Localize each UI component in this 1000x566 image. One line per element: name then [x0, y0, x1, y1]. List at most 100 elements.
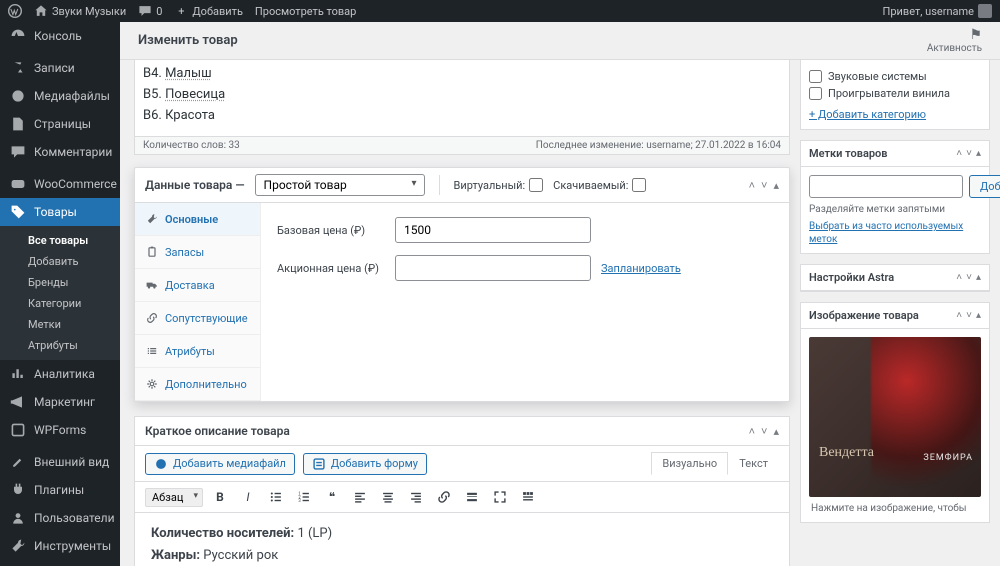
chevron-up-icon[interactable]: ˄ [956, 310, 962, 321]
tab-inventory[interactable]: Запасы [135, 236, 260, 269]
chevron-down-icon[interactable]: ˅ [966, 272, 972, 283]
toolbar-toggle-button[interactable] [517, 486, 539, 508]
downloadable-checkbox[interactable] [632, 178, 646, 192]
astra-title: Настройки Astra [809, 271, 894, 284]
chevron-down-icon[interactable]: ˅ [761, 179, 767, 192]
pages-icon [10, 116, 26, 132]
astra-settings-metabox: Настройки Astra ˄ ˅ ▴ [800, 264, 990, 292]
tab-general[interactable]: Основные [135, 203, 260, 236]
schedule-link[interactable]: Запланировать [601, 262, 681, 275]
media-icon [154, 457, 168, 471]
submenu-tags[interactable]: Метки [0, 314, 120, 335]
tab-visual[interactable]: Визуально [651, 452, 728, 475]
image-hint: Нажмите на изображение, чтобы [809, 497, 981, 514]
submenu-all-products[interactable]: Все товары [0, 230, 120, 251]
add-new-link[interactable]: +Добавить [174, 4, 243, 18]
virtual-checkbox-wrap[interactable]: Виртуальный: [454, 178, 544, 192]
paragraph-format-select[interactable]: Абзац [145, 488, 203, 507]
menu-comments[interactable]: Комментарии [0, 138, 120, 166]
italic-button[interactable]: I [237, 486, 259, 508]
product-type-select[interactable]: Простой товар [255, 174, 425, 196]
tab-linked[interactable]: Сопутствующие [135, 302, 260, 335]
product-data-fields: Базовая цена (₽) Акционная цена (₽) Запл… [261, 203, 789, 401]
align-right-button[interactable] [405, 486, 427, 508]
user-greeting[interactable]: Привет, username [883, 4, 992, 18]
align-left-button[interactable] [349, 486, 371, 508]
admin-menu: Консоль Записи Медиафайлы Страницы Комме… [0, 22, 120, 566]
caret-up-icon[interactable]: ▴ [773, 179, 779, 192]
tools-icon [10, 538, 26, 554]
caret-up-icon[interactable]: ▴ [773, 425, 779, 438]
tag-input[interactable] [809, 175, 963, 198]
add-media-button[interactable]: Добавить медиафайл [145, 453, 295, 475]
category-checkbox[interactable] [809, 70, 822, 83]
view-product-link[interactable]: Просмотреть товар [255, 5, 356, 18]
align-center-button[interactable] [377, 486, 399, 508]
analytics-icon [10, 366, 26, 382]
chevron-up-icon[interactable]: ˄ [749, 425, 755, 438]
menu-wpforms[interactable]: WPForms [0, 416, 120, 444]
menu-media[interactable]: Медиафайлы [0, 82, 120, 110]
submenu-attributes[interactable]: Атрибуты [0, 335, 120, 356]
menu-tools[interactable]: Инструменты [0, 532, 120, 560]
fullscreen-button[interactable] [489, 486, 511, 508]
choose-tags-link[interactable]: Выбрать из часто используемых меток [809, 221, 963, 245]
menu-pages[interactable]: Страницы [0, 110, 120, 138]
products-icon [10, 204, 26, 220]
tab-attributes[interactable]: Атрибуты [135, 335, 260, 368]
menu-dashboard[interactable]: Консоль [0, 22, 120, 50]
category-row[interactable]: Проигрыватели винила [809, 85, 981, 102]
insert-more-button[interactable] [461, 486, 483, 508]
menu-marketing[interactable]: Маркетинг [0, 388, 120, 416]
bold-button[interactable]: B [209, 486, 231, 508]
menu-users[interactable]: Пользователи [0, 504, 120, 532]
tab-text[interactable]: Текст [728, 452, 779, 475]
submenu-add-product[interactable]: Добавить [0, 251, 120, 272]
sale-price-input[interactable] [395, 255, 591, 281]
site-name: Звуки Музыки [52, 5, 126, 18]
tab-shipping[interactable]: Доставка [135, 269, 260, 302]
chevron-up-icon[interactable]: ˄ [956, 272, 962, 283]
numbered-list-button[interactable]: 123 [293, 486, 315, 508]
blockquote-button[interactable]: ❝ [321, 486, 343, 508]
bullet-list-button[interactable] [265, 486, 287, 508]
add-form-button[interactable]: Добавить форму [303, 453, 427, 475]
admin-bar: Звуки Музыки 0 +Добавить Просмотреть тов… [0, 0, 1000, 22]
menu-plugins[interactable]: Плагины [0, 476, 120, 504]
downloadable-checkbox-wrap[interactable]: Скачиваемый: [553, 178, 646, 192]
category-checkbox[interactable] [809, 87, 822, 100]
activity-panel-toggle[interactable]: ⚑ Активность [927, 27, 982, 54]
chevron-down-icon[interactable]: ˅ [966, 148, 972, 159]
menu-analytics[interactable]: Аналитика [0, 360, 120, 388]
product-image-thumbnail[interactable]: Вендетта ЗЕМФИРА [809, 337, 981, 497]
category-row[interactable]: Звуковые системы [809, 68, 981, 85]
chevron-down-icon[interactable]: ˅ [966, 310, 972, 321]
chevron-down-icon[interactable]: ˅ [761, 425, 767, 438]
menu-woocommerce[interactable]: WooCommerce [0, 170, 120, 198]
comments-link[interactable]: 0 [138, 4, 162, 18]
menu-appearance[interactable]: Внешний вид [0, 448, 120, 476]
editor-toolbar: Абзац B I 123 ❝ [135, 482, 789, 513]
submenu-brands[interactable]: Бренды [0, 272, 120, 293]
add-tag-button[interactable]: Добавить [969, 175, 1000, 198]
caret-up-icon[interactable]: ▴ [976, 310, 981, 321]
menu-settings[interactable]: Настройки [0, 560, 120, 566]
wp-logo[interactable] [8, 4, 22, 18]
submenu-categories[interactable]: Категории [0, 293, 120, 314]
site-name-link[interactable]: Звуки Музыки [34, 4, 126, 18]
caret-up-icon[interactable]: ▴ [976, 148, 981, 159]
regular-price-input[interactable] [395, 217, 591, 243]
menu-posts[interactable]: Записи [0, 54, 120, 82]
caret-up-icon[interactable]: ▴ [976, 272, 981, 283]
insert-link-button[interactable] [433, 486, 455, 508]
menu-products[interactable]: Товары [0, 198, 120, 226]
tab-advanced[interactable]: Дополнительно [135, 368, 260, 401]
content-editor[interactable]: B4. Малыш B5. Повесица B6. Красота [134, 60, 790, 137]
add-category-link[interactable]: + Добавить категорию [809, 108, 926, 121]
product-image-title: Изображение товара [809, 309, 919, 322]
regular-price-label: Базовая цена (₽) [277, 224, 385, 237]
short-desc-editor[interactable]: Количество носителей: 1 (LP) Жанры: Русс… [135, 513, 789, 566]
chevron-up-icon[interactable]: ˄ [956, 148, 962, 159]
virtual-checkbox[interactable] [529, 178, 543, 192]
chevron-up-icon[interactable]: ˄ [749, 179, 755, 192]
